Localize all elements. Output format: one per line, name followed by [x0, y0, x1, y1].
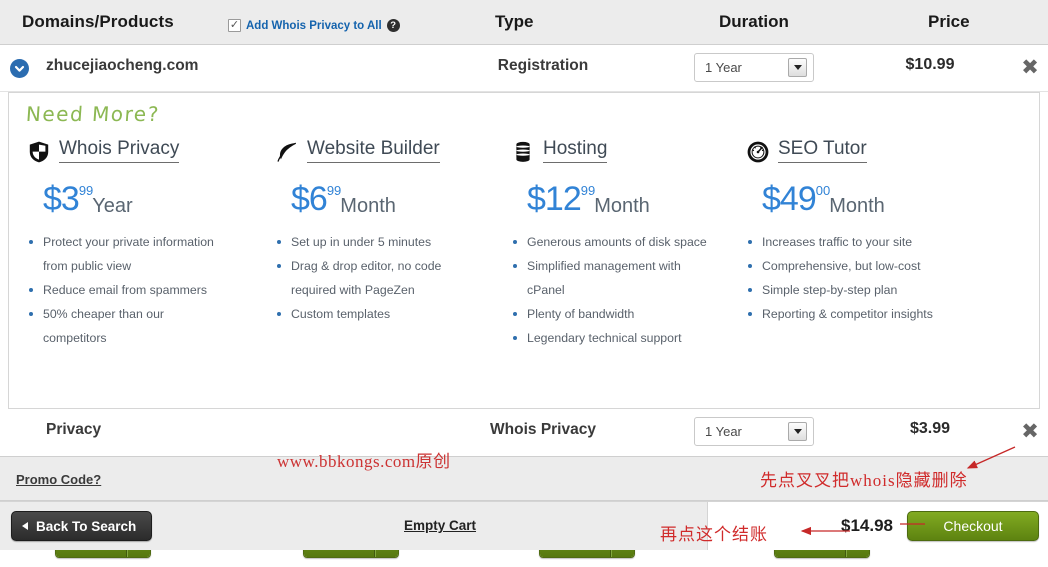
- price-major: $49: [762, 180, 817, 218]
- cart-item-name: Privacy: [46, 421, 102, 438]
- price-period: Month: [340, 195, 396, 217]
- need-more-heading: Need More?: [25, 102, 161, 126]
- price-period: Year: [92, 195, 133, 217]
- back-to-search-label: Back To Search: [36, 518, 137, 534]
- order-total-amount: $14.98: [841, 516, 893, 535]
- column-header-duration: Duration: [719, 12, 789, 31]
- upsell-price: $3 99 Year: [43, 182, 257, 216]
- list-item: Increases traffic to your site: [746, 230, 946, 254]
- list-item: Protect your private information from pu…: [27, 230, 227, 278]
- back-to-search-button[interactable]: Back To Search: [11, 511, 153, 541]
- cart-item-type: Registration: [497, 57, 589, 74]
- chevron-down-icon[interactable]: [10, 59, 29, 78]
- column-header-type: Type: [495, 12, 534, 31]
- list-item: Plenty of bandwidth: [511, 302, 711, 326]
- privacy-all-label[interactable]: Add Whois Privacy to All: [246, 20, 382, 32]
- price-cents: 99: [326, 183, 342, 198]
- upsell-product-title[interactable]: Hosting: [543, 139, 608, 163]
- speedometer-icon: [746, 140, 770, 164]
- privacy-all-checkbox[interactable]: ✓: [228, 19, 241, 32]
- cart-item-name: zhucejiaocheng.com: [46, 57, 199, 74]
- upsell-feature-list: Set up in under 5 minutes Drag & drop ed…: [275, 230, 493, 326]
- list-item: Reporting & competitor insights: [746, 302, 946, 326]
- help-icon[interactable]: ?: [386, 19, 400, 32]
- list-item: Generous amounts of disk space: [511, 230, 711, 254]
- promo-code-link[interactable]: Promo Code?: [16, 472, 101, 487]
- upsell-price: $49 00 Month: [762, 182, 978, 216]
- upsell-product-header: Hosting: [511, 139, 728, 173]
- upsell-product-website-builder: Website Builder $6 99 Month Set up in un…: [257, 139, 493, 558]
- leaf-icon: [275, 140, 299, 164]
- chevron-down-icon[interactable]: [788, 58, 807, 77]
- upsell-product-hosting: Hosting $12 99 Month Generous amounts of…: [493, 139, 728, 558]
- empty-cart-link[interactable]: Empty Cart: [404, 518, 476, 533]
- remove-item-button-domain[interactable]: ✖: [1018, 56, 1042, 80]
- list-item: Simple step-by-step plan: [746, 278, 946, 302]
- list-item: 50% cheaper than our competitors: [27, 302, 227, 350]
- price-cents: 00: [815, 183, 831, 198]
- upsell-price: $12 99 Month: [527, 182, 728, 216]
- shield-icon: [27, 140, 51, 164]
- chevron-left-icon: [22, 522, 28, 530]
- price-cents: 99: [78, 183, 94, 198]
- cart-item-type: Whois Privacy: [490, 421, 596, 438]
- domain-cart-page: Domains/Products ✓ Add Whois Privacy to …: [0, 0, 1048, 567]
- duration-select-domain[interactable]: 1 Year: [694, 53, 814, 82]
- duration-value: 1 Year: [705, 424, 742, 439]
- list-item: Simplified management with cPanel: [511, 254, 711, 302]
- upsell-product-columns: Whois Privacy $3 99 Year Protect your pr…: [9, 139, 1039, 558]
- upsell-product-title[interactable]: SEO Tutor: [778, 139, 867, 163]
- column-header-price: Price: [928, 12, 970, 31]
- remove-item-button-privacy[interactable]: ✖: [1018, 420, 1042, 444]
- price-period: Month: [829, 195, 885, 217]
- upsell-product-seo-tutor: SEO Tutor $49 00 Month Increases traffic…: [728, 139, 978, 558]
- cart-table-header: Domains/Products ✓ Add Whois Privacy to …: [0, 0, 1048, 45]
- price-major: $6: [291, 180, 328, 218]
- upsell-price: $6 99 Month: [291, 182, 493, 216]
- upsell-feature-list: Increases traffic to your site Comprehen…: [746, 230, 978, 326]
- upsell-panel: Need More? Whois Privacy $3 99 Year Prot…: [8, 92, 1040, 558]
- cart-row-privacy: Privacy Whois Privacy 1 Year $3.99 ✖: [0, 409, 1048, 456]
- price-cents: 99: [580, 183, 596, 198]
- upsell-product-whois-privacy: Whois Privacy $3 99 Year Protect your pr…: [9, 139, 257, 558]
- upsell-feature-list: Protect your private information from pu…: [27, 230, 257, 350]
- upsell-product-title[interactable]: Whois Privacy: [59, 139, 180, 163]
- order-total-panel: $14.98 Checkout: [707, 502, 1048, 550]
- cart-row-domain: zhucejiaocheng.com Registration 1 Year $…: [0, 45, 1048, 92]
- list-item: Custom templates: [275, 302, 475, 326]
- checkout-button[interactable]: Checkout: [907, 511, 1039, 541]
- upsell-product-title[interactable]: Website Builder: [307, 139, 440, 163]
- upsell-product-header: Website Builder: [275, 139, 493, 173]
- price-major: $3: [43, 180, 80, 218]
- list-item: Legendary technical support: [511, 326, 711, 350]
- list-item: Reduce email from spammers: [27, 278, 227, 302]
- upsell-feature-list: Generous amounts of disk space Simplifie…: [511, 230, 728, 350]
- duration-select-privacy[interactable]: 1 Year: [694, 417, 814, 446]
- promo-code-bar: Promo Code?: [0, 456, 1048, 501]
- chevron-down-icon[interactable]: [788, 422, 807, 441]
- column-header-domains: Domains/Products: [22, 12, 174, 31]
- list-item: Set up in under 5 minutes: [275, 230, 475, 254]
- upsell-product-header: SEO Tutor: [746, 139, 978, 173]
- cart-item-price: $3.99: [909, 420, 951, 437]
- upsell-product-header: Whois Privacy: [27, 139, 257, 173]
- cart-footer: Back To Search Empty Cart $14.98 Checkou…: [0, 501, 1048, 550]
- add-whois-privacy-to-all[interactable]: ✓ Add Whois Privacy to All ?: [228, 19, 400, 32]
- server-stack-icon: [511, 140, 535, 164]
- list-item: Drag & drop editor, no code required wit…: [275, 254, 475, 302]
- duration-value: 1 Year: [705, 60, 742, 75]
- list-item: Comprehensive, but low-cost: [746, 254, 946, 278]
- cart-item-price: $10.99: [905, 56, 955, 73]
- price-major: $12: [527, 180, 582, 218]
- price-period: Month: [594, 195, 650, 217]
